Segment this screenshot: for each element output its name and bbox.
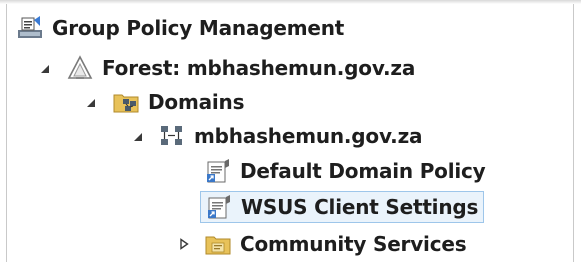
tree-node-label: Forest: mbhashemun.gov.za [102, 56, 416, 80]
expanded-triangle-icon [87, 99, 95, 107]
tree-node-community-services[interactable]: Community Services [204, 227, 467, 261]
forest-icon [67, 55, 93, 79]
domain-icon [161, 126, 182, 145]
tree-node-label: WSUS Client Settings [241, 195, 479, 219]
gpo-link-icon [207, 159, 229, 183]
tree-node-wsus-client-settings[interactable]: WSUS Client Settings [200, 191, 485, 223]
tree-node-forest[interactable]: Forest: mbhashemun.gov.za [66, 51, 415, 85]
gpm-console-icon [18, 16, 42, 38]
expand-community-services-toggle[interactable] [177, 237, 191, 251]
collapse-domains-toggle[interactable] [84, 96, 98, 110]
tree-node-domains[interactable]: Domains [112, 85, 244, 119]
ou-folder-icon [205, 236, 231, 255]
tree-node-default-domain-policy[interactable]: Default Domain Policy [204, 154, 486, 188]
gpm-tree-view: Group Policy Management Forest: mbhashem… [0, 0, 581, 266]
tree-node-gpm-root[interactable]: Group Policy Management [16, 11, 344, 45]
tree-node-domain[interactable]: mbhashemun.gov.za [158, 119, 423, 153]
tree-node-label: mbhashemun.gov.za [194, 124, 423, 148]
tree-node-partial-next [212, 258, 236, 266]
gpo-link-icon [208, 195, 230, 219]
tree-node-label: Community Services [240, 232, 467, 256]
tree-node-label: Domains [148, 90, 245, 114]
collapse-domain-toggle[interactable] [131, 130, 145, 144]
collapsed-triangle-icon [180, 238, 189, 250]
domains-folder-icon [113, 94, 139, 113]
tree-node-label: Group Policy Management [52, 16, 345, 40]
tree-node-label: Default Domain Policy [240, 159, 486, 183]
expanded-triangle-icon [41, 65, 49, 73]
expanded-triangle-icon [134, 133, 142, 141]
collapse-forest-toggle[interactable] [38, 62, 52, 76]
